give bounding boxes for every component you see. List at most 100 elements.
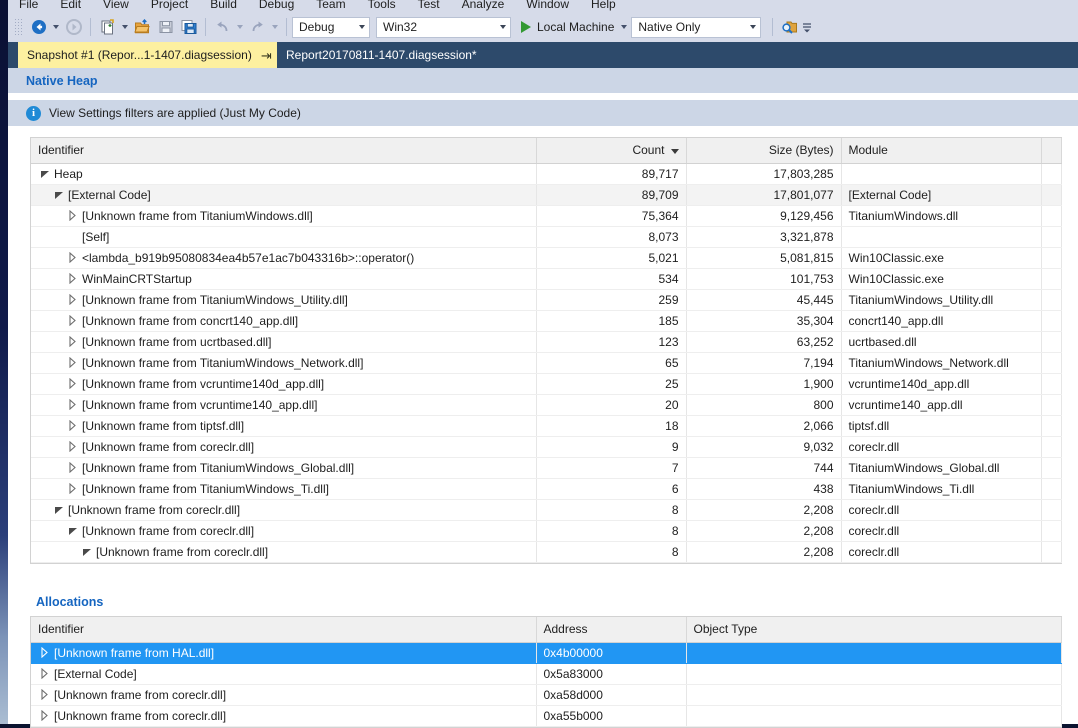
table-row[interactable]: [Unknown frame from coreclr.dll] 8 2,208 co… (31, 499, 1062, 521)
menu-item-debug[interactable]: Debug (248, 0, 305, 12)
table-row[interactable]: [External Code] 89,709 17,801,077 [External… (31, 184, 1062, 206)
expand-arrow-icon[interactable] (66, 356, 79, 369)
table-row[interactable]: [Unknown frame from HAL.dll] 0x4b00000 (31, 642, 1062, 664)
start-debugging-button[interactable]: Local Machine (517, 16, 629, 38)
table-row[interactable]: [Unknown frame from concrt140_app.dll] 18… (31, 310, 1062, 332)
table-row[interactable]: [Unknown frame from coreclr.dll] 9 9,032 co… (31, 436, 1062, 458)
table-row[interactable]: [Unknown frame from coreclr.dll] 0xa58d00… (31, 684, 1062, 706)
native-heap-header-count[interactable]: Count (536, 138, 687, 164)
pin-icon[interactable]: ⇥ (260, 49, 273, 62)
cell-count: 89,717 (536, 163, 687, 185)
open-file-icon[interactable] (131, 16, 154, 38)
menu-item-build[interactable]: Build (199, 0, 248, 12)
menu-item-help[interactable]: Help (580, 0, 627, 12)
toolbar-overflow-icon[interactable] (801, 16, 813, 38)
new-item-dropdown-icon[interactable] (119, 16, 131, 38)
expand-arrow-icon[interactable] (38, 688, 51, 701)
collapse-arrow-icon[interactable] (66, 524, 79, 537)
table-row[interactable]: [Unknown frame from coreclr.dll] 8 2,208 co… (31, 520, 1062, 542)
cell-identifier: [Unknown frame from TitaniumWindows_Util… (31, 289, 537, 311)
navigate-back-icon[interactable] (27, 16, 50, 38)
chevron-down-icon (750, 25, 757, 29)
redo-dropdown-icon[interactable] (269, 16, 281, 38)
table-row[interactable]: Heap 89,717 17,803,285 (31, 163, 1062, 185)
table-row[interactable]: [Unknown frame from vcruntime140_app.dll… (31, 394, 1062, 416)
cell-identifier: [Unknown frame from vcruntime140d_app.dl… (31, 373, 537, 395)
table-row[interactable]: [Unknown frame from TitaniumWindows_Netw… (31, 352, 1062, 374)
expand-arrow-icon[interactable] (38, 667, 51, 680)
table-row[interactable]: [Unknown frame from TitaniumWindows_Util… (31, 289, 1062, 311)
save-all-icon[interactable] (177, 16, 200, 38)
menu-item-team[interactable]: Team (305, 0, 356, 12)
collapse-arrow-icon[interactable] (38, 167, 51, 180)
native-heap-header-identifier-label: Identifier (38, 143, 85, 158)
debugger-type-combo[interactable]: Native Only (631, 16, 762, 38)
table-row[interactable]: [External Code] 0x5a83000 (31, 663, 1062, 685)
table-row[interactable]: [Unknown frame from coreclr.dll] 0xa55b00… (31, 705, 1062, 727)
expand-arrow-icon[interactable] (38, 709, 51, 722)
allocations-header-object_type-label: Object Type (693, 622, 758, 637)
expand-arrow-icon[interactable] (66, 335, 79, 348)
native-heap-header-identifier[interactable]: Identifier (31, 138, 537, 164)
allocations-header-address[interactable]: Address (536, 617, 687, 643)
collapse-arrow-icon[interactable] (52, 188, 65, 201)
desktop-background-edge (0, 0, 8, 724)
table-row[interactable]: WinMainCRTStartup 534 101,753 Win10Classic.… (31, 268, 1062, 290)
table-row[interactable]: [Unknown frame from vcruntime140d_app.dl… (31, 373, 1062, 395)
table-row[interactable]: [Unknown frame from TitaniumWindows.dll]… (31, 205, 1062, 227)
menu-item-project[interactable]: Project (140, 0, 199, 12)
new-item-icon[interactable] (96, 16, 119, 38)
menu-item-file[interactable]: File (8, 0, 49, 12)
menu-item-tools[interactable]: Tools (357, 0, 407, 12)
expand-arrow-icon[interactable] (66, 272, 79, 285)
expand-arrow-icon[interactable] (66, 419, 79, 432)
menu-item-analyze[interactable]: Analyze (451, 0, 516, 12)
table-row[interactable]: [Unknown frame from coreclr.dll] 8 2,208 co… (31, 541, 1062, 563)
expand-arrow-icon[interactable] (66, 209, 79, 222)
navigate-back-dropdown-icon[interactable] (50, 16, 62, 38)
table-row[interactable]: [Unknown frame from TitaniumWindows_Ti.d… (31, 478, 1062, 500)
table-row[interactable]: [Unknown frame from ucrtbased.dll] 123 63,… (31, 331, 1062, 353)
solution-configuration-combo[interactable]: Debug (292, 16, 370, 38)
table-row[interactable]: [Self] 8,073 3,321,878 (31, 226, 1062, 248)
collapse-arrow-icon[interactable] (52, 503, 65, 516)
native-heap-header-spare[interactable] (1041, 138, 1062, 164)
identifier-label: [Unknown frame from coreclr.dll] (96, 544, 269, 559)
expand-arrow-icon[interactable] (66, 398, 79, 411)
navigate-forward-icon[interactable] (62, 16, 85, 38)
undo-icon[interactable] (211, 16, 234, 38)
expand-arrow-icon[interactable] (66, 377, 79, 390)
toolbar-grip[interactable] (14, 18, 23, 36)
menu-item-view[interactable]: View (92, 0, 140, 12)
solution-platform-combo[interactable]: Win32 (376, 16, 511, 38)
tab-report-diagsession[interactable]: Report20170811-1407.diagsession* (277, 42, 483, 68)
redo-icon[interactable] (246, 16, 269, 38)
tab-snapshot-1[interactable]: Snapshot #1 (Repor...1-1407.diagsession)… (18, 42, 297, 68)
native-heap-header-size[interactable]: Size (Bytes) (686, 138, 842, 164)
expand-arrow-icon[interactable] (66, 251, 79, 264)
native-heap-header-module[interactable]: Module (841, 138, 1042, 164)
menu-item-window[interactable]: Window (515, 0, 580, 12)
expand-arrow-icon[interactable] (66, 293, 79, 306)
cell-count: 75,364 (536, 205, 687, 227)
expand-arrow-icon[interactable] (66, 440, 79, 453)
allocations-header-identifier[interactable]: Identifier (31, 617, 537, 643)
menu-item-test[interactable]: Test (407, 0, 451, 12)
expand-arrow-icon[interactable] (38, 646, 51, 659)
allocations-header-object_type[interactable]: Object Type (686, 617, 1062, 643)
cell-count: 8 (536, 499, 687, 521)
table-row[interactable]: <lambda_b919b95080834ea4b57e1ac7b043316b… (31, 247, 1062, 269)
expand-arrow-icon[interactable] (66, 314, 79, 327)
expand-arrow-icon[interactable] (66, 461, 79, 474)
cell-count: 89,709 (536, 184, 687, 206)
find-in-files-icon[interactable] (778, 16, 801, 38)
expand-arrow-icon[interactable] (66, 482, 79, 495)
collapse-arrow-icon[interactable] (80, 545, 93, 558)
save-icon[interactable] (154, 16, 177, 38)
table-row[interactable]: [Unknown frame from TitaniumWindows_Glob… (31, 457, 1062, 479)
section-gap (8, 93, 1078, 100)
identifier-label: [Unknown frame from HAL.dll] (54, 645, 215, 660)
table-row[interactable]: [Unknown frame from tiptsf.dll] 18 2,066 ti… (31, 415, 1062, 437)
undo-dropdown-icon[interactable] (234, 16, 246, 38)
menu-item-edit[interactable]: Edit (49, 0, 92, 12)
